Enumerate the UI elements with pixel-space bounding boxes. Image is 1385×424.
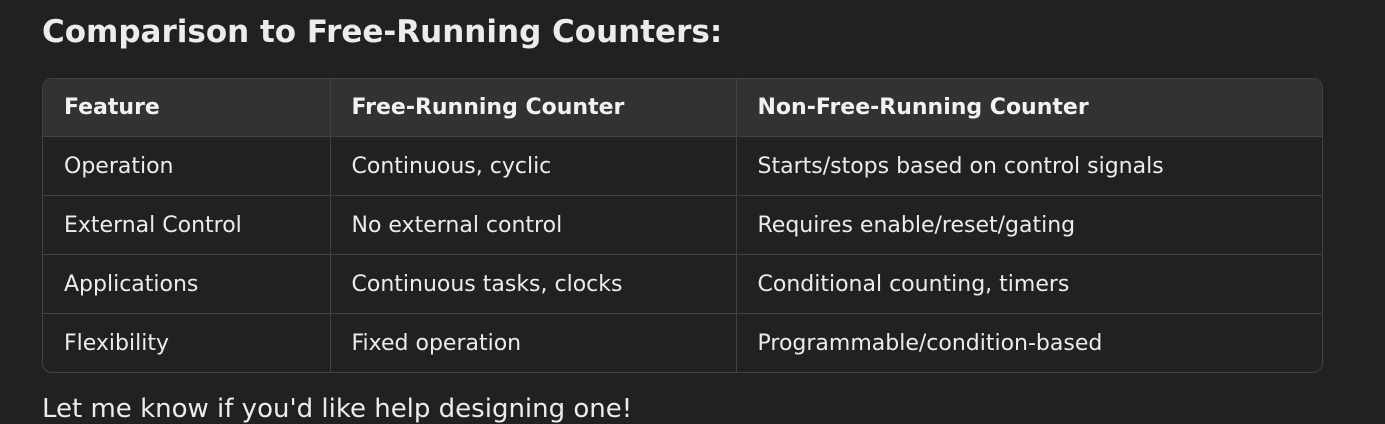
table-cell: Requires enable/reset/gating: [736, 195, 1322, 255]
table-row: External Control No external control Req…: [43, 195, 1322, 255]
comparison-table: Feature Free-Running Counter Non-Free-Ru…: [42, 78, 1323, 373]
table-row: Flexibility Fixed operation Programmable…: [43, 313, 1322, 372]
table-row: Operation Continuous, cyclic Starts/stop…: [43, 136, 1322, 196]
table-cell: Fixed operation: [330, 313, 737, 372]
table-cell: Applications: [43, 254, 331, 314]
table-cell: External Control: [43, 195, 331, 255]
table-cell: Flexibility: [43, 313, 331, 372]
header-non-free-running-counter: Non-Free-Running Counter: [757, 95, 1089, 120]
table-cell: No external control: [330, 195, 737, 255]
trailing-message: Let me know if you'd like help designing…: [42, 394, 633, 424]
table-cell: Continuous tasks, clocks: [330, 254, 737, 314]
table-cell: Operation: [43, 136, 331, 196]
table-row: Applications Continuous tasks, clocks Co…: [43, 254, 1322, 314]
header-feature: Feature: [43, 79, 331, 137]
table-header-row: Feature Free-Running Counter Non-Free-Ru…: [43, 79, 1322, 137]
table-cell: Continuous, cyclic: [330, 136, 737, 196]
table-cell: Programmable/condition-based: [736, 313, 1322, 372]
table-cell: Conditional counting, timers: [736, 254, 1322, 314]
section-heading: Comparison to Free-Running Counters:: [42, 14, 723, 50]
header-free-running-counter: Free-Running Counter: [330, 79, 737, 137]
table-cell: Starts/stops based on control signals: [736, 136, 1322, 196]
